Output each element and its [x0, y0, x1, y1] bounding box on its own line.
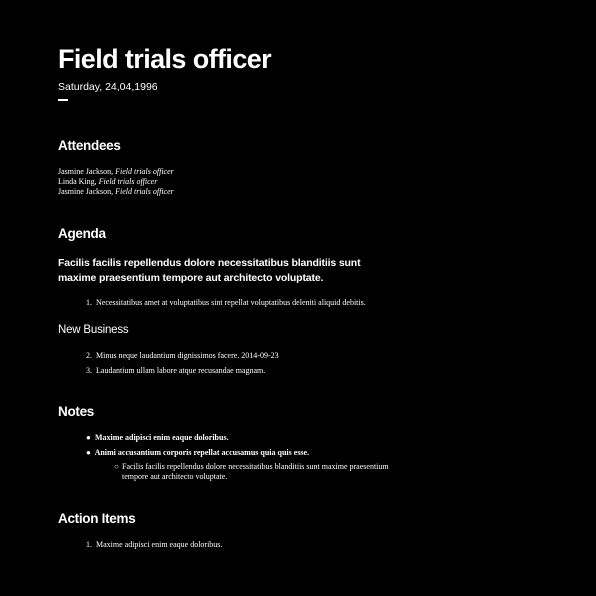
list-item-number: 1.: [86, 298, 92, 307]
attendee-item: Jasmine Jackson, Field trials officer: [58, 187, 174, 197]
attendee-name: Jasmine Jackson,: [58, 187, 116, 196]
attendee-name: Jasmine Jackson,: [58, 167, 116, 176]
attendee-item: Linda King, Field trials officer: [58, 177, 174, 187]
list-item-text: Facilis facilis repellendus dolore neces…: [122, 462, 389, 481]
document-date: Saturday, 24,04,1996: [58, 81, 158, 93]
notes-heading: Notes: [58, 404, 95, 419]
bullet-icon: ●: [86, 433, 91, 442]
agenda-heading: Agenda: [58, 226, 106, 241]
bullet-icon: ●: [86, 448, 91, 457]
notes-list-item: ● Maxime adipisci enim eaque doloribus.: [86, 433, 229, 443]
list-item-text: Maxime adipisci enim eaque doloribus.: [96, 540, 223, 549]
list-item-number: 1.: [86, 540, 92, 549]
agenda-list-item: 1. Necessitatibus amet at voluptatibus s…: [86, 298, 366, 308]
list-item-text: Maxime adipisci enim eaque doloribus.: [95, 433, 229, 442]
hollow-bullet-icon: ○: [114, 462, 119, 471]
new-business-list-item: 3. Laudantium ullam labore atque recusan…: [86, 366, 265, 376]
notes-list-item: ● Animi accusantium corporis repellat ac…: [86, 448, 309, 458]
attendee-role: Field trials officer: [115, 167, 174, 176]
new-business-heading: New Business: [58, 324, 129, 336]
attendee-role: Field trials officer: [98, 177, 158, 186]
attendee-item: Jasmine Jackson, Field trials officer: [58, 167, 174, 177]
list-item-number: 2.: [86, 351, 92, 360]
list-item-text: Necessitatibus amet at voluptatibus sint…: [96, 298, 366, 307]
title-divider: [58, 99, 68, 101]
agenda-lead-paragraph: Facilis facilis repellendus dolore neces…: [58, 257, 361, 284]
list-item-text: Minus neque laudantium dignissimos facer…: [96, 351, 279, 360]
notes-sub-list-item: ○ Facilis facilis repellendus dolore nec…: [114, 462, 414, 482]
action-items-heading: Action Items: [58, 511, 136, 526]
page-body: { "document": { "title": "Field trials o…: [0, 0, 596, 596]
list-item-text: Laudantium ullam labore atque recusandae…: [96, 366, 266, 375]
attendees-heading: Attendees: [58, 138, 121, 153]
document-title: Field trials officer: [58, 44, 272, 74]
action-items-list-item: 1. Maxime adipisci enim eaque doloribus.: [86, 540, 222, 550]
new-business-list-item: 2. Minus neque laudantium dignissimos fa…: [86, 351, 279, 361]
attendee-role: Field trials officer: [115, 187, 174, 196]
list-item-text: Animi accusantium corporis repellat accu…: [94, 448, 310, 457]
list-item-number: 3.: [86, 366, 92, 375]
attendees-list: Jasmine Jackson, Field trials officer Li…: [58, 167, 174, 197]
attendee-name: Linda King,: [58, 177, 99, 186]
